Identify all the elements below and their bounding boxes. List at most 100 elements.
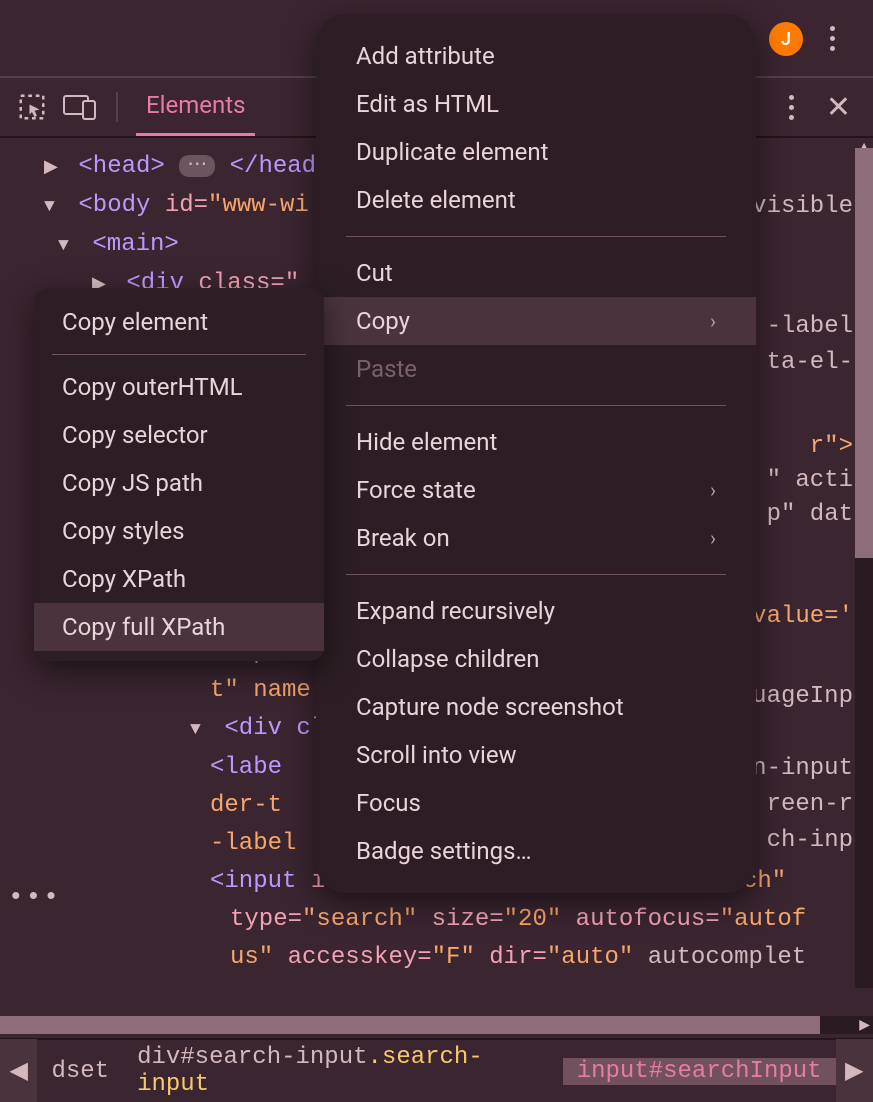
menu-item-paste: Paste [316,345,756,393]
menu-item-duplicate-element[interactable]: Duplicate element [316,128,756,176]
horizontal-scrollbar[interactable]: ◀ ▶ [0,1016,873,1034]
submenu-item-copy-selector[interactable]: Copy selector [34,411,324,459]
breadcrumb-item-selected[interactable]: input#searchInput [563,1058,836,1085]
collapse-arrow-icon[interactable] [44,149,64,187]
text-fragment: r"> [810,428,853,466]
menu-separator [346,405,726,406]
browser-menu-icon[interactable] [819,18,845,58]
menu-item-add-attribute[interactable]: Add attribute [316,32,756,80]
menu-separator [52,354,306,355]
tab-elements[interactable]: Elements [136,79,255,136]
close-devtools-button[interactable]: ✕ [818,86,859,129]
menu-item-expand-recursively[interactable]: Expand recursively [316,587,756,635]
gutter-ellipsis-icon[interactable]: ••• [8,878,61,916]
submenu-item-copy-js-path[interactable]: Copy JS path [34,459,324,507]
menu-item-edit-as-html[interactable]: Edit as HTML [316,80,756,128]
attr-value: "auto" [547,944,633,971]
menu-label: Add attribute [356,42,495,70]
text-fragment: ch-inp [767,822,853,860]
menu-item-capture-node-screenshot[interactable]: Capture node screenshot [316,683,756,731]
expand-arrow-icon[interactable] [44,188,64,226]
tab-label: Elements [146,91,245,119]
breadcrumb-el: input [577,1058,649,1085]
menu-label: Focus [356,789,421,817]
text-fragment: visible [752,188,853,226]
attr-name: size= [432,906,504,933]
attr-name: id= [165,192,208,219]
avatar-initial: J [781,29,791,50]
div-tag: <div cl [224,715,325,742]
text-fragment: n-input [752,750,853,788]
profile-avatar[interactable]: J [769,22,803,56]
attr-name: dir= [489,944,547,971]
menu-label: Badge settings… [356,837,532,865]
menu-item-copy[interactable]: Copy › [316,297,756,345]
attr-value: "search" [302,906,417,933]
menu-label: Edit as HTML [356,90,499,118]
breadcrumb-item[interactable]: div#search-input.search-input [123,1044,563,1098]
ellipsis-badge[interactable]: ⋯ [179,155,215,177]
menu-item-scroll-into-view[interactable]: Scroll into view [316,731,756,779]
menu-label: Capture node screenshot [356,693,624,721]
submenu-item-copy-outerhtml[interactable]: Copy outerHTML [34,363,324,411]
attr-value: "autof [720,906,806,933]
menu-item-collapse-children[interactable]: Collapse children [316,635,756,683]
text-fragment: " acti [767,462,853,500]
breadcrumb-el: div [137,1044,180,1071]
breadcrumb-item[interactable]: dset [37,1058,123,1085]
menu-label: Force state [356,476,476,504]
menu-item-hide-element[interactable]: Hide element [316,418,756,466]
text-fragment: value=' [752,598,853,636]
menu-label: Copy selector [62,421,208,449]
submenu-item-copy-xpath[interactable]: Copy XPath [34,555,324,603]
menu-separator [346,574,726,575]
menu-item-cut[interactable]: Cut [316,249,756,297]
inspect-element-icon[interactable] [14,89,50,125]
devtools-menu-icon[interactable] [783,89,800,126]
attr-name: accesskey= [288,944,432,971]
submenu-item-copy-element[interactable]: Copy element [34,298,324,346]
breadcrumb-scroll-left[interactable]: ◀ [0,1039,37,1102]
vertical-scrollbar[interactable]: ▲ [855,148,873,988]
attr-value: "www-wi [208,192,309,219]
menu-separator [346,236,726,237]
scroll-right-icon[interactable]: ▶ [859,1017,870,1033]
head-open-tag: <head> [78,153,164,180]
breadcrumb-label: dset [51,1058,109,1085]
body-tag: <body [78,192,150,219]
attr-frag: t" name [210,677,311,704]
attr-frag: us" [230,944,273,971]
label-tag: <labe [210,754,282,781]
menu-label: Copy styles [62,517,185,545]
scroll-thumb[interactable] [855,148,873,558]
menu-label: Cut [356,259,393,287]
menu-item-badge-settings[interactable]: Badge settings… [316,827,756,875]
text-fragment: uageInp [752,678,853,716]
breadcrumb-scroll-right[interactable]: ▶ [836,1039,873,1102]
copy-submenu: Copy element Copy outerHTML Copy selecto… [34,288,324,661]
divider [116,92,118,122]
menu-item-break-on[interactable]: Break on › [316,514,756,562]
attr-value: "F" [432,944,475,971]
menu-label: Break on [356,524,450,552]
menu-label: Expand recursively [356,597,555,625]
submenu-item-copy-styles[interactable]: Copy styles [34,507,324,555]
menu-item-force-state[interactable]: Force state › [316,466,756,514]
expand-arrow-icon[interactable] [58,227,78,265]
expand-arrow-icon[interactable] [190,711,210,749]
menu-item-focus[interactable]: Focus [316,779,756,827]
breadcrumb-id: #searchInput [649,1058,822,1085]
device-toolbar-icon[interactable] [62,89,98,125]
scroll-thumb[interactable] [0,1016,820,1034]
breadcrumb-id: #search-input [180,1044,367,1071]
menu-label: Copy full XPath [62,613,225,641]
menu-label: Copy [356,307,410,335]
attr-frag: autocomplet [648,944,806,971]
menu-label: Scroll into view [356,741,517,769]
text-fragment: reen-r [767,786,853,824]
menu-label: Paste [356,355,417,383]
menu-item-delete-element[interactable]: Delete element [316,176,756,224]
attr-value: "20" [504,906,562,933]
submenu-item-copy-full-xpath[interactable]: Copy full XPath [34,603,324,651]
text-fragment: -label [767,308,853,346]
